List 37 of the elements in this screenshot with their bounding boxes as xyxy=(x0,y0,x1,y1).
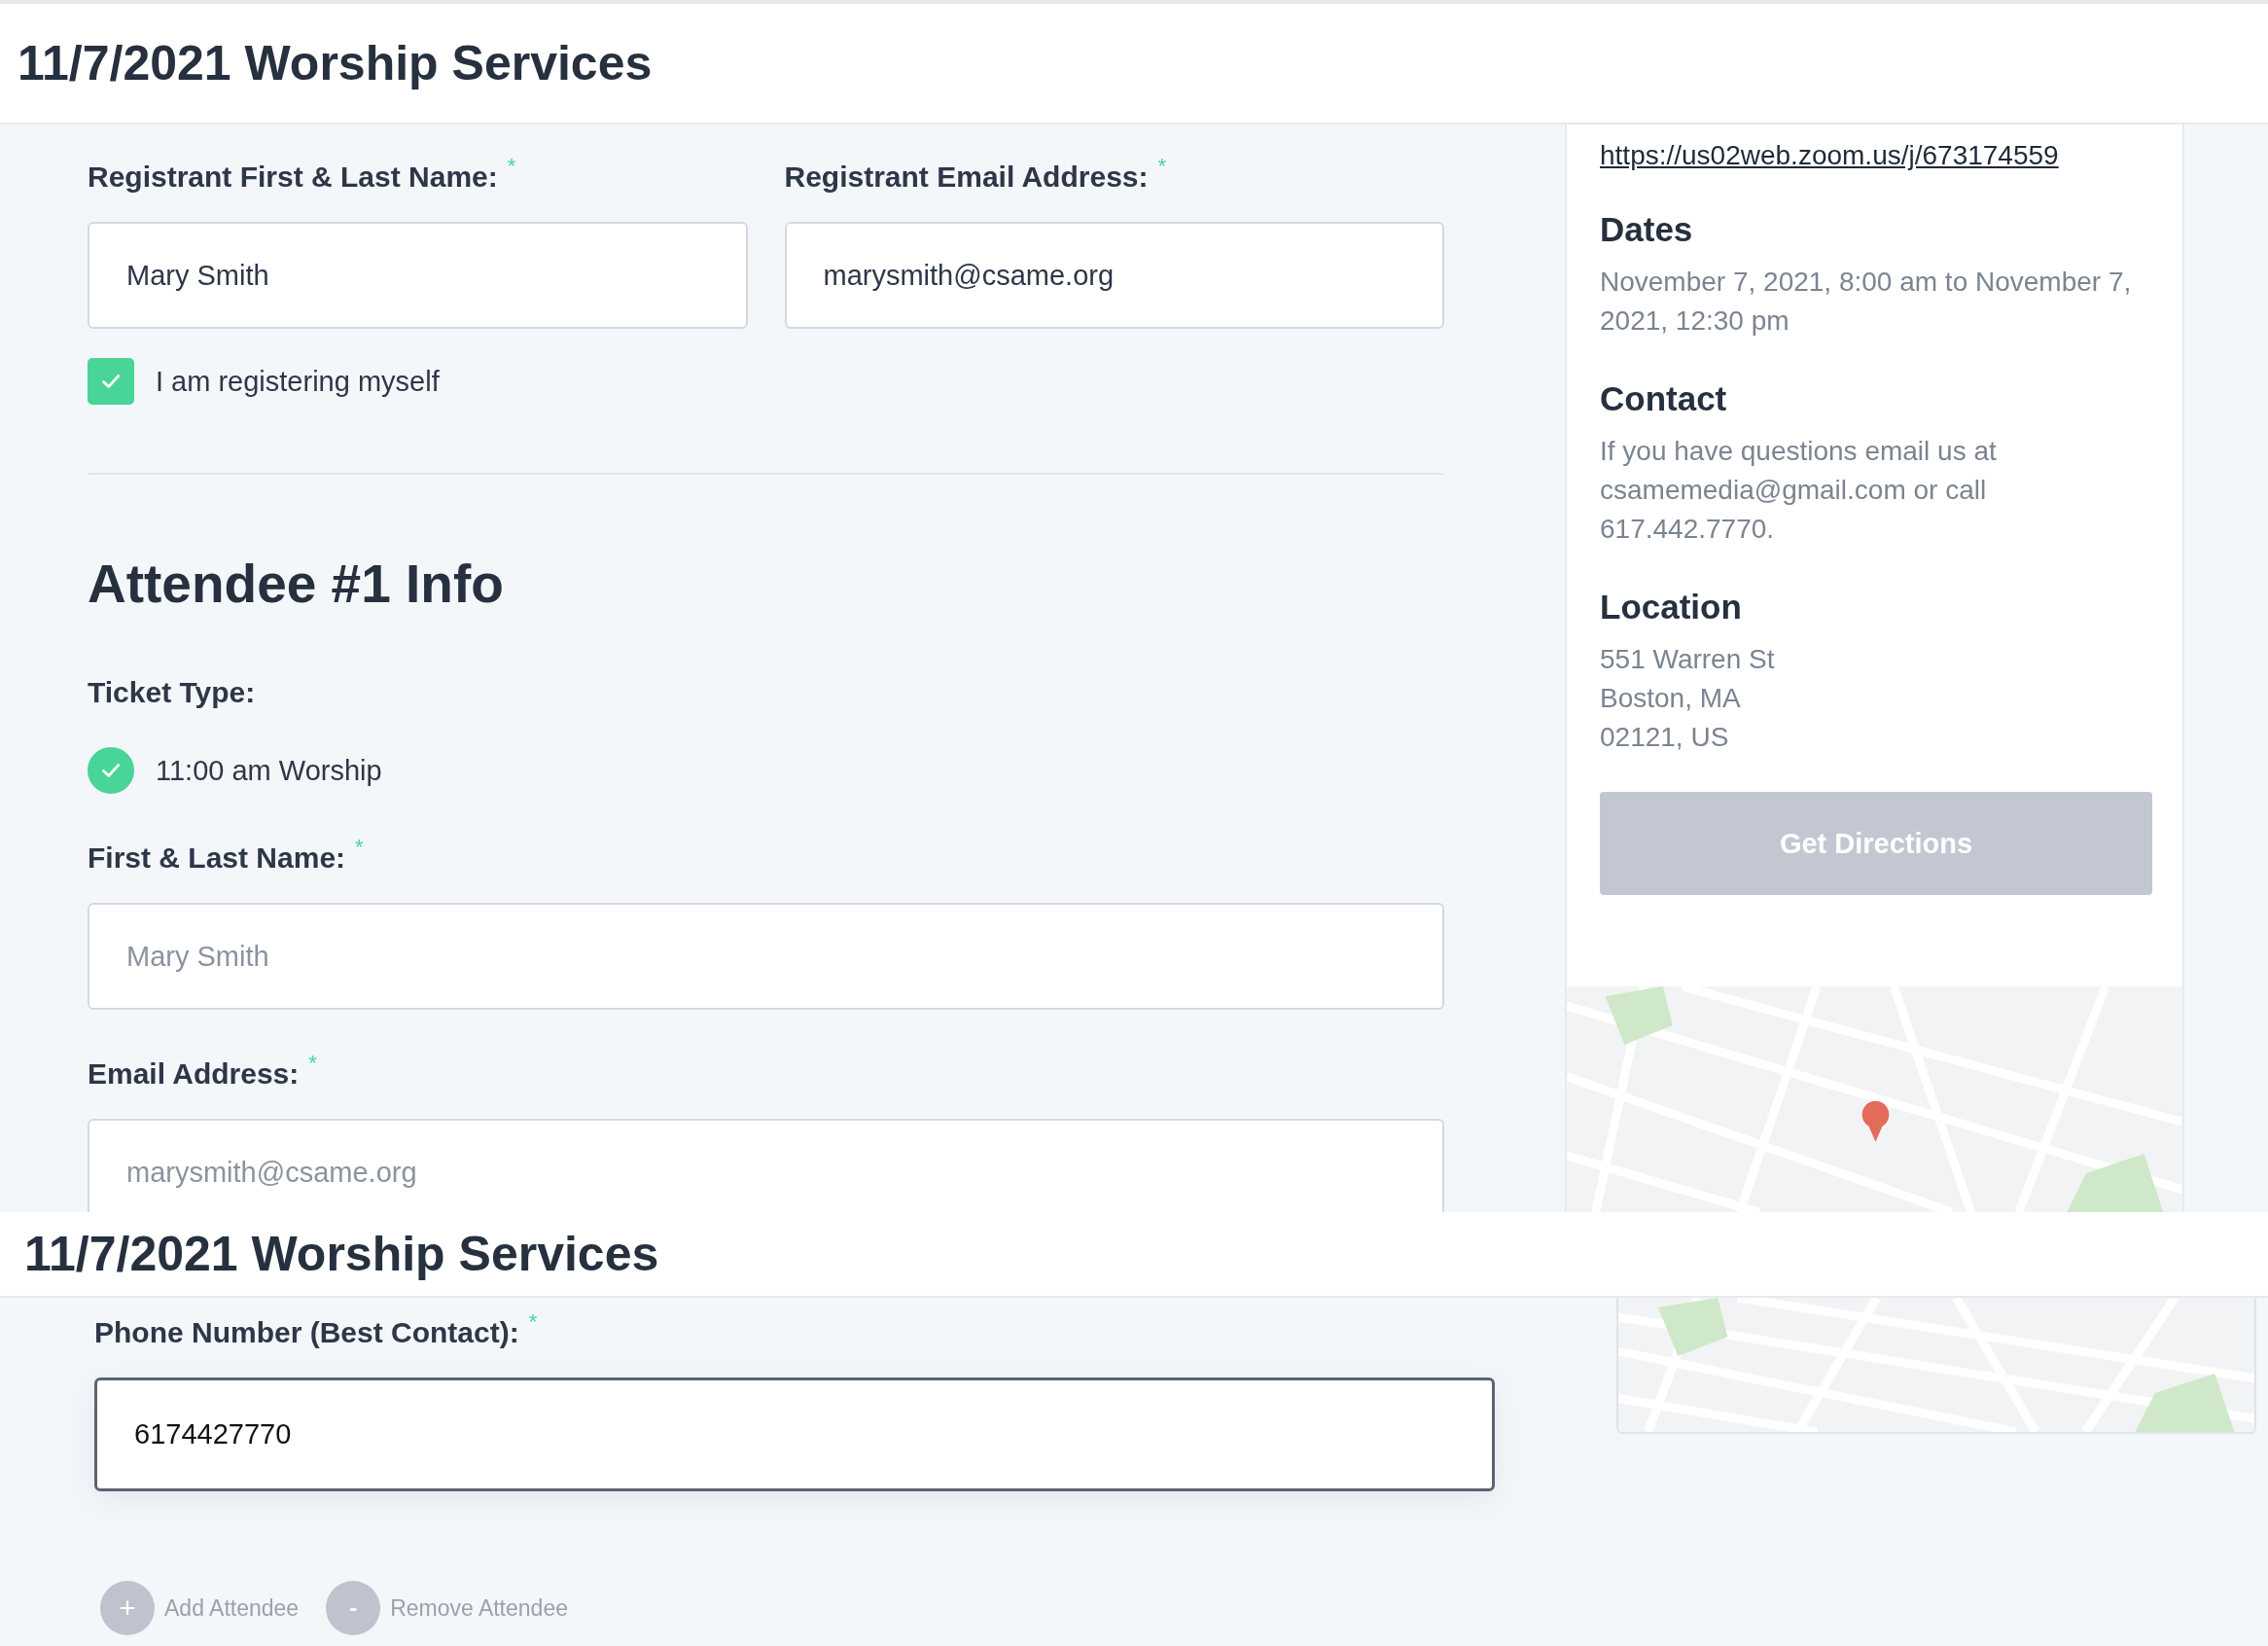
section-heading: Attendee #1 Info xyxy=(88,553,505,615)
input-field[interactable]: marysmith@csame.org xyxy=(88,1119,1444,1212)
sidebar-heading: Contact xyxy=(1600,379,1728,418)
field-label: Registrant Email Address: xyxy=(784,160,1149,195)
field-label: Email Address: xyxy=(88,1056,300,1091)
input-field[interactable]: Mary Smith xyxy=(88,222,748,329)
meeting-link[interactable]: https://us02web.zoom.us/j/673174559 xyxy=(1600,140,2182,171)
field-label: Ticket Type: xyxy=(88,675,256,710)
field-label: Registrant First & Last Name: xyxy=(88,160,498,195)
required-mark: * xyxy=(1157,156,1167,177)
radio-label: 11:00 am Worship xyxy=(156,754,382,787)
sidebar-text: Boston, MA xyxy=(1600,682,1742,715)
checkbox[interactable] xyxy=(88,358,134,405)
input-field[interactable]: marysmith@csame.org xyxy=(784,222,1444,329)
radio-button[interactable] xyxy=(88,747,134,794)
action-label[interactable]: Remove Attendee xyxy=(390,1594,568,1622)
checkbox-label: I am registering myself xyxy=(156,365,440,398)
required-mark: * xyxy=(507,156,516,177)
sidebar-heading: Dates xyxy=(1600,210,1694,249)
field-label: Phone Number (Best Contact): xyxy=(94,1315,519,1350)
phone-input-field[interactable]: 6174427770 xyxy=(94,1378,1495,1491)
get-directions-button[interactable]: Get Directions xyxy=(1600,792,2152,895)
sidebar-text: November 7, 2021, 8:00 am to November 7, 2021, 12:30 pm xyxy=(1600,266,2133,338)
remove-button[interactable]: - xyxy=(326,1581,381,1635)
required-mark: * xyxy=(355,837,364,858)
action-label[interactable]: Add Attendee xyxy=(164,1594,300,1622)
input-field[interactable]: Mary Smith xyxy=(88,903,1444,1010)
field-label: First & Last Name: xyxy=(88,841,346,876)
add-button[interactable]: + xyxy=(100,1581,155,1635)
required-mark: * xyxy=(308,1053,317,1074)
sidebar-text: 02121, US xyxy=(1600,721,1730,754)
sidebar-heading: Location xyxy=(1600,588,1743,626)
required-mark: * xyxy=(528,1311,538,1333)
page-title: 11/7/2021 Worship Services xyxy=(24,1226,659,1282)
sidebar-text: If you have questions email us at csamemedia@gmail.com or call 617.442.7770. xyxy=(1600,435,1998,546)
page-title: 11/7/2021 Worship Services xyxy=(18,35,653,91)
sidebar-text: 551 Warren St xyxy=(1600,643,1776,676)
